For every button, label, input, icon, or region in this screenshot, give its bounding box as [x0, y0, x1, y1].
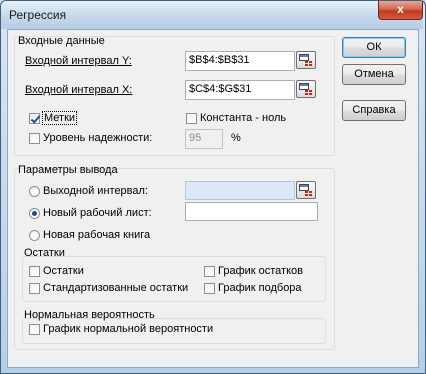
new-workbook-label: Новая рабочая книга: [43, 229, 151, 241]
confidence-unit: %: [231, 132, 241, 144]
confidence-checkbox[interactable]: [29, 133, 40, 144]
input-range-x-field[interactable]: $C$4:$G$31: [185, 80, 295, 100]
residuals-label: Остатки: [43, 265, 84, 277]
normal-probability-title: Нормальная вероятность: [24, 309, 155, 321]
input-range-y-label: Входной интервал Y:: [25, 55, 132, 67]
collapse-dialog-icon: [299, 54, 312, 66]
residual-plot-label: График остатков: [218, 265, 303, 277]
normal-plot-checkbox[interactable]: [29, 324, 40, 335]
output-range-radio[interactable]: [29, 186, 40, 197]
labels-label-wrap: Метки: [41, 111, 78, 125]
constant-zero-checkbox[interactable]: [186, 113, 197, 124]
close-button[interactable]: x: [378, 1, 423, 20]
ok-button[interactable]: ОК: [342, 37, 406, 58]
input-range-x-ref-button[interactable]: [296, 80, 316, 98]
input-range-y-ref-button[interactable]: [296, 51, 316, 69]
residuals-checkbox[interactable]: [29, 266, 40, 277]
labels-label: Метки: [41, 111, 78, 125]
new-sheet-label: Новый рабочий лист:: [43, 207, 152, 219]
help-button[interactable]: Справка: [342, 100, 406, 121]
output-group-title: Параметры вывода: [18, 164, 118, 176]
residual-plot-checkbox[interactable]: [204, 266, 215, 277]
output-range-field[interactable]: [185, 181, 295, 200]
residuals-group: [22, 256, 326, 302]
confidence-label: Уровень надежности:: [43, 132, 153, 144]
new-sheet-field[interactable]: [185, 202, 318, 221]
input-range-x-label: Входной интервал X:: [25, 84, 133, 96]
output-range-label: Выходной интервал:: [43, 185, 148, 197]
dialog-title: Регрессия: [9, 8, 67, 22]
cancel-button[interactable]: Отмена: [342, 64, 406, 85]
standardized-checkbox[interactable]: [29, 283, 40, 294]
input-range-y-field[interactable]: $B$4:$B$31: [185, 51, 295, 71]
standardized-label: Стандартизованные остатки: [43, 282, 189, 294]
output-range-ref-button[interactable]: [296, 181, 316, 199]
normal-plot-label: График нормальной вероятности: [43, 323, 214, 335]
new-workbook-radio[interactable]: [29, 230, 40, 241]
collapse-dialog-icon: [299, 83, 312, 95]
fit-plot-checkbox[interactable]: [204, 283, 215, 294]
confidence-field[interactable]: 95: [185, 129, 223, 149]
labels-checkbox[interactable]: [29, 113, 40, 124]
constant-zero-label: Константа - ноль: [200, 112, 287, 124]
residuals-group-title: Остатки: [24, 247, 65, 259]
input-group-title: Входные данные: [18, 35, 105, 47]
collapse-dialog-icon: [299, 184, 312, 196]
fit-plot-label: График подбора: [218, 282, 302, 294]
close-icon: x: [397, 2, 404, 16]
new-sheet-radio[interactable]: [29, 208, 40, 219]
